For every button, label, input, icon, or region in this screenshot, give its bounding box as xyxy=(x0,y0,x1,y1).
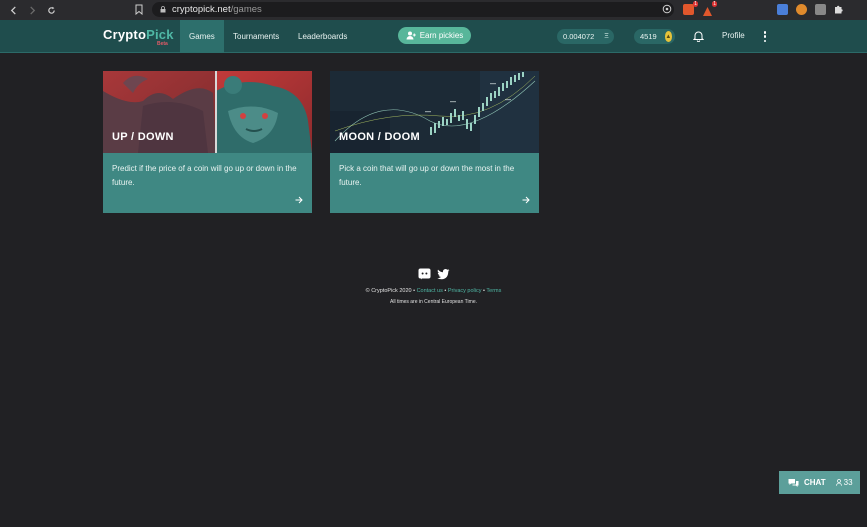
online-count: 33 xyxy=(835,478,853,487)
bookmark-icon[interactable] xyxy=(135,4,143,15)
pickie-coin-icon: ▲ xyxy=(664,31,672,42)
eth-icon: Ξ xyxy=(604,33,609,40)
bell-icon[interactable] xyxy=(693,30,704,42)
timezone-note: All times are in Central European Time. xyxy=(390,299,477,305)
chat-button[interactable]: CHAT 33 xyxy=(779,471,860,494)
game-title: UP / DOWN xyxy=(112,131,174,143)
brave-rewards-icon[interactable]: 1 xyxy=(702,1,717,16)
pickies-balance[interactable]: 4519 ▲ xyxy=(634,29,675,44)
profile-link[interactable]: Profile xyxy=(722,31,745,40)
chat-bubbles-icon xyxy=(788,478,799,487)
beta-label: Beta xyxy=(157,41,168,47)
app-header: CryptoPick Beta Games Tournaments Leader… xyxy=(0,20,867,53)
lock-icon xyxy=(160,6,166,13)
game-description: Pick a coin that will go up or down the … xyxy=(339,164,515,187)
brave-shield-icon[interactable]: 1 xyxy=(683,1,698,15)
footer-links: © CryptoPick 2020 • Contact us • Privacy… xyxy=(365,288,502,294)
twitter-icon[interactable] xyxy=(437,268,450,280)
metamask-extension-icon[interactable] xyxy=(796,4,807,15)
extension-icon[interactable] xyxy=(815,4,826,15)
logo[interactable]: CryptoPick xyxy=(103,27,174,42)
discord-icon[interactable] xyxy=(418,268,431,280)
translate-extension-icon[interactable] xyxy=(777,4,788,15)
eth-balance[interactable]: 0.004072 Ξ xyxy=(557,29,614,44)
game-card-up-down[interactable]: UP / DOWN Predict if the price of a coin… xyxy=(103,71,312,213)
tab-games[interactable]: Games xyxy=(180,20,224,53)
privacy-policy-link[interactable]: Privacy policy xyxy=(448,288,482,294)
game-card-body: Pick a coin that will go up or down the … xyxy=(330,153,539,213)
page-zoom-icon[interactable] xyxy=(662,4,672,14)
arrow-right-icon[interactable] xyxy=(295,196,303,204)
tab-tournaments[interactable]: Tournaments xyxy=(224,20,288,53)
terms-link[interactable]: Terms xyxy=(486,288,501,294)
url-text: cryptopick.net/games xyxy=(172,4,262,15)
game-description: Predict if the price of a coin will go u… xyxy=(112,164,297,187)
copyright-text: © CryptoPick 2020 xyxy=(365,288,412,294)
game-title: MOON / DOOM xyxy=(339,131,420,143)
more-menu-icon[interactable] xyxy=(763,31,767,42)
puzzle-icon[interactable] xyxy=(833,4,844,15)
reload-icon[interactable] xyxy=(45,4,57,16)
arrow-right-icon[interactable] xyxy=(522,196,530,204)
back-icon[interactable] xyxy=(7,4,19,16)
earn-pickies-button[interactable]: Earn pickies xyxy=(398,27,471,44)
tab-leaderboards[interactable]: Leaderboards xyxy=(289,20,356,53)
user-icon xyxy=(835,479,842,486)
forward-icon[interactable] xyxy=(26,4,38,16)
contact-us-link[interactable]: Contact us xyxy=(417,288,443,294)
address-bar[interactable]: cryptopick.net/games xyxy=(152,2,674,17)
game-card-moon-doom[interactable]: MOON / DOOM Pick a coin that will go up … xyxy=(330,71,539,213)
add-user-icon xyxy=(406,31,416,40)
game-card-body: Predict if the price of a coin will go u… xyxy=(103,153,312,213)
